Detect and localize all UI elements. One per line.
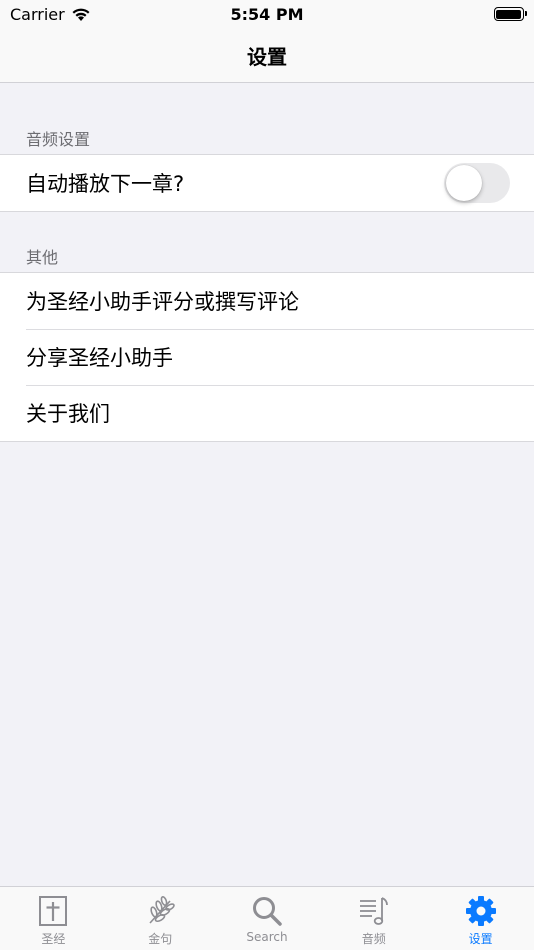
tab-bible[interactable]: 圣经 [0, 887, 107, 950]
tab-search[interactable]: Search [214, 887, 321, 950]
carrier-label: Carrier [10, 4, 65, 24]
status-bar: Carrier 5:54 PM [0, 0, 534, 28]
tab-verses[interactable]: 金句 [107, 887, 214, 950]
share-app-label: 分享圣经小助手 [26, 346, 173, 370]
status-left: Carrier [10, 5, 160, 24]
tab-audio[interactable]: 音频 [320, 887, 427, 950]
tab-settings[interactable]: 设置 [427, 887, 534, 950]
tab-label: 金句 [148, 932, 173, 946]
page-title: 设置 [247, 44, 287, 69]
autoplay-row: 自动播放下一章? [0, 155, 534, 211]
tab-label: Search [246, 930, 288, 944]
olive-branch-icon [149, 895, 175, 924]
autoplay-label: 自动播放下一章? [26, 172, 185, 196]
rate-app-label: 为圣经小助手评分或撰写评论 [26, 290, 299, 314]
tab-label: 设置 [468, 932, 493, 946]
tab-label: 音频 [361, 932, 386, 946]
share-app-row[interactable]: 分享圣经小助手 [0, 329, 534, 385]
tab-label: 圣经 [41, 932, 66, 946]
other-settings-group: 为圣经小助手评分或撰写评论 分享圣经小助手 关于我们 [0, 272, 534, 442]
status-right [374, 7, 527, 21]
audio-settings-group: 自动播放下一章? [0, 154, 534, 212]
battery-icon [493, 7, 527, 21]
bible-cross-icon [39, 896, 68, 926]
gear-icon [465, 896, 496, 926]
status-time: 5:54 PM [230, 4, 304, 24]
about-us-row[interactable]: 关于我们 [0, 385, 534, 441]
search-icon [252, 897, 282, 926]
autoplay-toggle[interactable] [444, 163, 510, 203]
battery-fill [496, 9, 522, 19]
tab-bar: 圣经 金句 Search 音频 设置 [0, 886, 534, 950]
music-note-icon [359, 897, 388, 925]
toggle-knob [446, 165, 482, 201]
rate-app-row[interactable]: 为圣经小助手评分或撰写评论 [0, 273, 534, 329]
wifi-icon [72, 8, 90, 21]
section-header-audio: 音频设置 [26, 130, 91, 149]
section-header-other: 其他 [26, 248, 59, 267]
navigation-bar: 设置 [0, 28, 534, 83]
about-us-label: 关于我们 [26, 402, 110, 426]
